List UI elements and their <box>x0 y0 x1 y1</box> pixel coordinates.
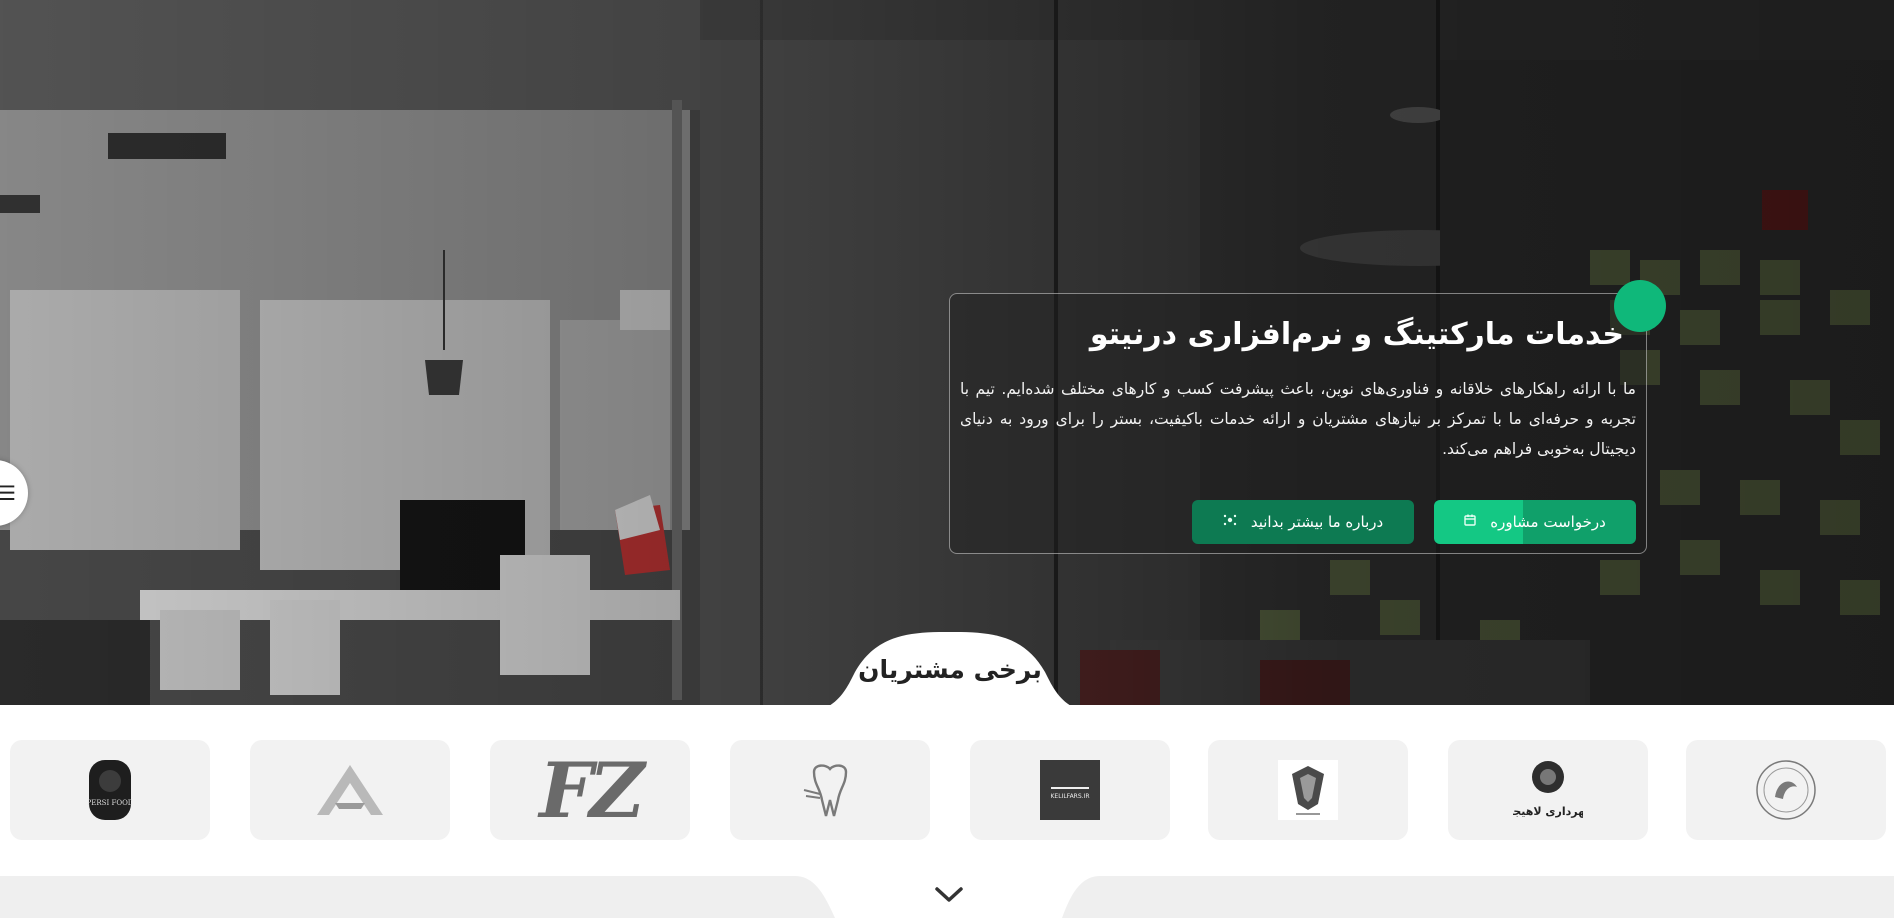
lahijan-municipality-logo: شهرداری لاهیجان <box>1513 761 1583 818</box>
lahijan-text: شهرداری لاهیجان <box>1513 805 1583 818</box>
menu-icon: ☰ <box>0 481 16 505</box>
fz-logo: FZ <box>539 745 644 835</box>
dental-implant-logo <box>803 764 848 817</box>
kelilfars-text: KELILFARS.IR <box>1050 792 1090 800</box>
clients-heading: برخی مشتریان <box>858 655 1042 684</box>
azad-university-logo <box>1278 760 1338 820</box>
chevron-down-icon <box>935 887 963 902</box>
round-emblem-logo <box>1756 760 1816 820</box>
scroll-down-button[interactable] <box>929 880 969 910</box>
hero-description: ما با ارائه راهکارهای خلاقانه و فناوری‌ه… <box>960 380 1636 458</box>
client-logos-carousel: PERSI FOOD FZ KELILFARS.IR هرداری لاهیج <box>0 740 1894 840</box>
hero-button-group: درخواست مشاوره درباره ما بیشتر بدانید <box>1192 500 1636 544</box>
hero-section: خدمات مارکتینگ و نرم‌افزاری درنیتو ما با… <box>0 0 1894 705</box>
about-us-label: درباره ما بیشتر بدانید <box>1250 513 1384 531</box>
hero-info-card: خدمات مارکتینگ و نرم‌افزاری درنیتو ما با… <box>949 280 1666 554</box>
client-logo-card[interactable]: FZ <box>490 740 690 840</box>
hero-title: خدمات مارکتینگ و نرم‌افزاری درنیتو <box>1089 317 1624 352</box>
client-logo-card[interactable] <box>1686 740 1886 840</box>
persi-food-logo: PERSI FOOD <box>88 760 132 820</box>
client-logo-card[interactable]: KELILFARS.IR <box>970 740 1170 840</box>
calendar-icon <box>1464 514 1476 530</box>
client-logo-card[interactable]: PERSI FOOD <box>10 740 210 840</box>
about-us-button[interactable]: درباره ما بیشتر بدانید <box>1192 500 1414 544</box>
request-consultation-label: درخواست مشاوره <box>1490 513 1606 531</box>
client-logo-card[interactable] <box>250 740 450 840</box>
client-logo-card[interactable] <box>1208 740 1408 840</box>
sparkle-icon <box>1223 513 1237 531</box>
request-consultation-button[interactable]: درخواست مشاوره <box>1434 500 1636 544</box>
client-logo-card[interactable] <box>730 740 930 840</box>
client-logo-card[interactable]: شهرداری لاهیجان <box>1448 740 1648 840</box>
a-letter-logo <box>317 765 383 815</box>
persi-food-text: PERSI FOOD <box>88 799 132 807</box>
kelilfars-logo: KELILFARS.IR <box>1040 760 1100 820</box>
